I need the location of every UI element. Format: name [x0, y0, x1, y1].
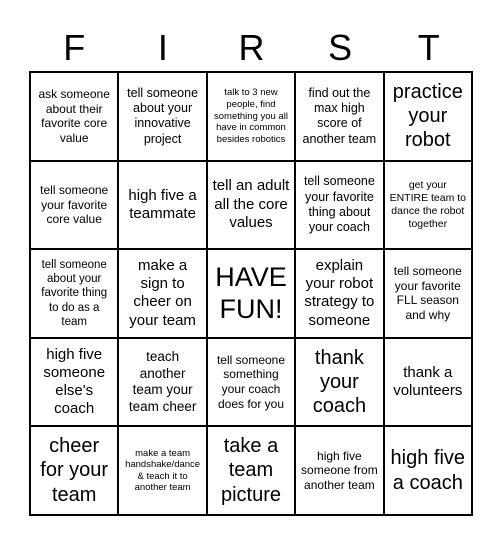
header-letter: R	[238, 27, 265, 68]
bingo-cell[interactable]: talk to 3 new people, find something you…	[207, 73, 295, 160]
header-letter: T	[417, 27, 440, 68]
bingo-cell[interactable]: thank your coach	[296, 338, 383, 426]
bingo-cell[interactable]: teach another team your team cheer	[119, 338, 206, 426]
bingo-cell[interactable]: find out the max high score of another t…	[296, 73, 383, 160]
bingo-cell[interactable]: tell someone your favorite core value	[31, 161, 118, 249]
bingo-header: FIRST	[30, 26, 473, 70]
bingo-cell[interactable]: high five someone else's coach	[31, 338, 118, 426]
bingo-cell[interactable]: tell someone your favorite thing about y…	[296, 161, 383, 249]
bingo-cell[interactable]: make a sign to cheer on your team	[119, 250, 206, 337]
bingo-cell[interactable]: high five a coach	[384, 427, 471, 514]
bingo-cell[interactable]: high five someone from another team	[296, 427, 383, 514]
header-letter: I	[157, 27, 168, 68]
bingo-cell[interactable]: practice your robot	[384, 73, 471, 160]
bingo-cell[interactable]: explain your robot strategy to someone	[296, 250, 383, 337]
bingo-cell[interactable]: tell someone something your coach does f…	[207, 338, 295, 426]
bingo-cell[interactable]: tell an adult all the core values	[207, 161, 295, 249]
header-letter: F	[63, 27, 86, 68]
free-space-cell[interactable]: HAVE FUN!	[207, 250, 295, 337]
bingo-cell[interactable]: tell someone about your innovative proje…	[119, 73, 206, 160]
bingo-cell[interactable]: get your ENTIRE team to dance the robot …	[384, 161, 471, 249]
bingo-cell[interactable]: ask someone about their favorite core va…	[31, 73, 118, 160]
bingo-grid: ask someone about their favorite core va…	[29, 71, 473, 516]
bingo-cell[interactable]: make a team handshake/dance & teach it t…	[119, 427, 206, 514]
header-letter: S	[328, 27, 353, 68]
bingo-cell[interactable]: take a team picture	[207, 427, 295, 514]
bingo-cell[interactable]: tell someone your favorite FLL season an…	[384, 250, 471, 337]
bingo-cell[interactable]: tell someone about your favorite thing t…	[31, 250, 118, 337]
bingo-cell[interactable]: thank a volunteers	[384, 338, 471, 426]
bingo-cell[interactable]: cheer for your team	[31, 427, 118, 514]
bingo-cell[interactable]: high five a teammate	[119, 161, 206, 249]
